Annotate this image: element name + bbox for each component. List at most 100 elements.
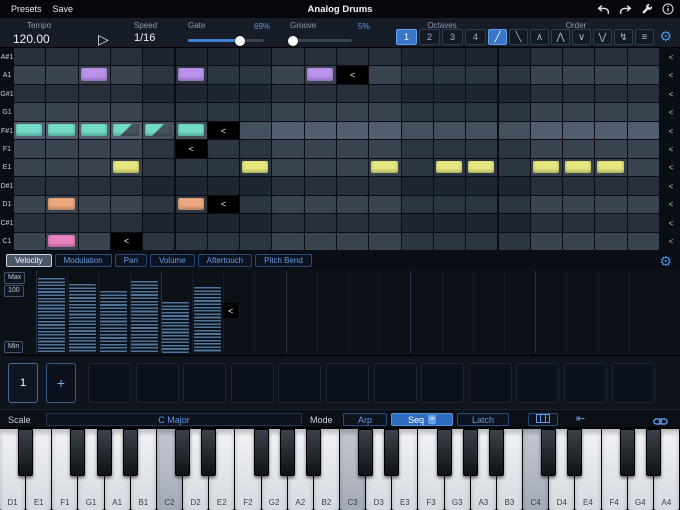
velocity-column-8[interactable] [254, 271, 285, 353]
tab-aftertouch[interactable]: Aftertouch [198, 254, 252, 267]
piano-key-A#3[interactable] [489, 429, 504, 476]
pattern-slot-empty-11[interactable] [516, 363, 559, 403]
step-cell-A#1-13[interactable] [402, 48, 433, 65]
step-cell-A#1-5[interactable] [143, 48, 174, 65]
note-F#1-step2[interactable] [48, 124, 74, 136]
step-cell-D#1-4[interactable] [111, 177, 142, 194]
step-cell-F#1-8[interactable] [240, 122, 271, 139]
step-cell-E1-7[interactable] [208, 159, 239, 176]
note-E1-step14[interactable] [436, 161, 462, 173]
order-button-6[interactable]: ⋁ [593, 29, 612, 45]
groove-slider[interactable] [290, 39, 352, 42]
piano-key-F#2[interactable] [254, 429, 269, 476]
step-cell-C1-11[interactable] [337, 233, 368, 250]
step-cell-G1-20[interactable] [628, 103, 659, 120]
step-cell-C#1-14[interactable] [434, 214, 465, 231]
step-cell-D1-20[interactable] [628, 196, 659, 213]
step-cell-C#1-18[interactable] [563, 214, 594, 231]
octave-button-3[interactable]: 3 [442, 29, 463, 45]
order-button-5[interactable]: ∨ [572, 29, 591, 45]
row-scroll-left-icon-D1[interactable]: < [664, 196, 678, 214]
add-pattern-button[interactable]: + [46, 363, 76, 403]
piano-key-G#4[interactable] [646, 429, 661, 476]
step-cell-A#1-20[interactable] [628, 48, 659, 65]
step-cell-G1-12[interactable] [369, 103, 400, 120]
mode-arp-button[interactable]: Arp [343, 413, 387, 426]
step-cell-G1-8[interactable] [240, 103, 271, 120]
step-cell-A#1-3[interactable] [79, 48, 110, 65]
step-cell-A#1-14[interactable] [434, 48, 465, 65]
note-A1-step6[interactable] [178, 68, 204, 80]
step-cell-C1-6[interactable] [176, 233, 207, 250]
step-cell-C#1-16[interactable] [499, 214, 530, 231]
step-cell-G#1-6[interactable] [176, 85, 207, 102]
step-cell-C#1-20[interactable] [628, 214, 659, 231]
note-E1-step12[interactable] [371, 161, 397, 173]
step-cell-C#1-19[interactable] [595, 214, 626, 231]
gate-slider[interactable] [188, 39, 264, 42]
note-E1-step17[interactable] [533, 161, 559, 173]
scale-select[interactable]: C Major [46, 413, 302, 426]
note-F#1-step5[interactable] [145, 124, 171, 136]
step-cell-G#1-5[interactable] [143, 85, 174, 102]
pattern-slot-empty-7[interactable] [326, 363, 369, 403]
step-cell-D#1-12[interactable] [369, 177, 400, 194]
step-cell-E1-3[interactable] [79, 159, 110, 176]
speed-value[interactable]: 1/16 [134, 32, 155, 44]
step-cell-D1-19[interactable] [595, 196, 626, 213]
info-icon[interactable] [662, 3, 674, 15]
velocity-column-10[interactable] [317, 271, 348, 353]
step-cell-A1-9[interactable] [272, 66, 303, 83]
note-E1-step15[interactable] [468, 161, 494, 173]
step-cell-C#1-9[interactable] [272, 214, 303, 231]
step-cell-D1-8[interactable] [240, 196, 271, 213]
step-cell-F1-9[interactable] [272, 140, 303, 157]
step-cell-G#1-9[interactable] [272, 85, 303, 102]
step-cell-A#1-15[interactable] [466, 48, 497, 65]
row-scroll-left-icon-D#1[interactable]: < [664, 177, 678, 195]
step-cell-G#1-18[interactable] [563, 85, 594, 102]
step-cell-G#1-11[interactable] [337, 85, 368, 102]
step-cell-F#1-9[interactable] [272, 122, 303, 139]
row-scroll-left-icon-G1[interactable]: < [664, 103, 678, 121]
step-cell-F1-15[interactable] [466, 140, 497, 157]
step-cell-D#1-18[interactable] [563, 177, 594, 194]
pattern-slot-empty-2[interactable] [88, 363, 131, 403]
step-cell-F1-8[interactable] [240, 140, 271, 157]
step-cell-D1-16[interactable] [499, 196, 530, 213]
row-scroll-left-icon-F#1[interactable]: < [664, 122, 678, 140]
piano-key-A#1[interactable] [123, 429, 138, 476]
step-cell-F1-10[interactable] [305, 140, 336, 157]
pattern-slot-empty-4[interactable] [183, 363, 226, 403]
note-D1-step6[interactable] [178, 198, 204, 210]
step-cell-A1-5[interactable] [143, 66, 174, 83]
step-cell-G1-10[interactable] [305, 103, 336, 120]
pattern-slot-empty-13[interactable] [612, 363, 655, 403]
step-cell-G#1-7[interactable] [208, 85, 239, 102]
step-cell-D1-4[interactable] [111, 196, 142, 213]
pattern-slot-empty-6[interactable] [278, 363, 321, 403]
step-cell-A#1-8[interactable] [240, 48, 271, 65]
piano-key-F#1[interactable] [70, 429, 85, 476]
step-cell-C1-5[interactable] [143, 233, 174, 250]
row-scroll-left-icon-C1[interactable]: < [664, 233, 678, 251]
piano-key-F#4[interactable] [620, 429, 635, 476]
pattern-slot-empty-3[interactable] [136, 363, 179, 403]
step-cell-D#1-8[interactable] [240, 177, 271, 194]
step-cell-C1-7[interactable] [208, 233, 239, 250]
step-cell-D1-9[interactable] [272, 196, 303, 213]
step-cell-D#1-9[interactable] [272, 177, 303, 194]
step-cell-C1-3[interactable] [79, 233, 110, 250]
step-cell-A1-16[interactable] [499, 66, 530, 83]
velocity-loop-marker[interactable]: < [223, 303, 238, 318]
step-cell-E1-2[interactable] [46, 159, 77, 176]
step-cell-G#1-3[interactable] [79, 85, 110, 102]
piano-key-D#2[interactable] [201, 429, 216, 476]
step-cell-G1-9[interactable] [272, 103, 303, 120]
piano-key-C#3[interactable] [358, 429, 373, 476]
step-cell-A1-4[interactable] [111, 66, 142, 83]
groove-slider-knob[interactable] [288, 36, 298, 46]
tempo-value[interactable]: 120.00 [13, 32, 50, 46]
step-cell-F1-12[interactable] [369, 140, 400, 157]
step-cell-D1-18[interactable] [563, 196, 594, 213]
